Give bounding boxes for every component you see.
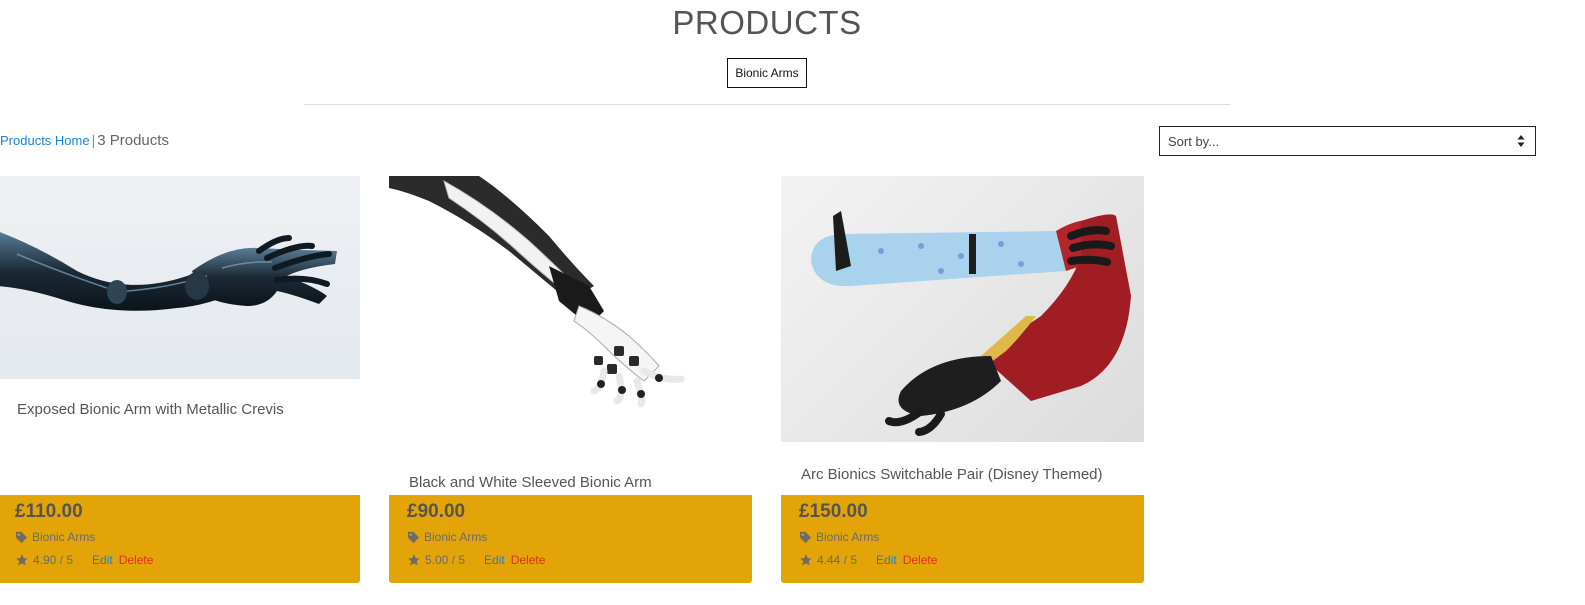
product-rating: 4.44 / 5 xyxy=(817,553,858,567)
page-title: PRODUCTS xyxy=(672,4,862,41)
tag-icon xyxy=(407,531,420,543)
bionic-arm-white-image-art xyxy=(389,176,685,408)
breadcrumb-separator: | xyxy=(91,132,96,148)
product-rating: 4.90 / 5 xyxy=(33,553,74,567)
product-price: £110.00 xyxy=(15,501,83,522)
product-footer: £150.00 Bionic Arms 4.44 / 5 Edit Delete xyxy=(781,495,1144,583)
bionic-arm-pair-image[interactable] xyxy=(781,176,1144,442)
product-footer: £110.00 Bionic Arms 4.90 / 5 Edit Delete xyxy=(0,495,360,583)
product-card[interactable]: Arc Bionics Switchable Pair (Disney Them… xyxy=(781,176,1144,583)
edit-link[interactable]: Edit xyxy=(484,553,505,567)
breadcrumb: Products Home | 3 Products xyxy=(0,132,169,149)
product-category-label: Bionic Arms xyxy=(424,530,488,544)
product-rating-row: 5.00 / 5 Edit Delete xyxy=(407,553,545,567)
product-count: 3 Products xyxy=(97,132,169,149)
bionic-arm-pair-image-art xyxy=(811,211,1131,436)
product-name[interactable]: Exposed Bionic Arm with Metallic Crevis xyxy=(17,401,284,418)
product-card[interactable]: Exposed Bionic Arm with Metallic Crevis … xyxy=(0,176,360,583)
bionic-arm-white-image[interactable] xyxy=(389,176,752,436)
delete-link[interactable]: Delete xyxy=(119,553,154,567)
delete-link[interactable]: Delete xyxy=(511,553,546,567)
bionic-arm-metallic-image-art xyxy=(0,232,337,311)
product-rating-row: 4.44 / 5 Edit Delete xyxy=(799,553,937,567)
product-rating: 5.00 / 5 xyxy=(425,553,466,567)
product-name[interactable]: Black and White Sleeved Bionic Arm xyxy=(409,474,652,491)
edit-link[interactable]: Edit xyxy=(876,553,897,567)
products-home-link[interactable]: Products Home xyxy=(0,133,90,148)
product-price: £90.00 xyxy=(407,501,466,522)
category-badge-bionic-arms[interactable]: Bionic Arms xyxy=(727,58,807,88)
select-arrows-icon xyxy=(1517,135,1525,147)
sort-select[interactable]: Sort by... xyxy=(1159,126,1536,156)
star-icon xyxy=(800,554,812,566)
product-price: £150.00 xyxy=(799,501,868,522)
product-category-label: Bionic Arms xyxy=(816,530,880,544)
product-footer: £90.00 Bionic Arms 5.00 / 5 Edit Delete xyxy=(389,495,752,583)
product-name[interactable]: Arc Bionics Switchable Pair (Disney Them… xyxy=(801,466,1103,483)
edit-link[interactable]: Edit xyxy=(92,553,113,567)
star-icon xyxy=(16,554,28,566)
delete-link[interactable]: Delete xyxy=(903,553,938,567)
product-category-label: Bionic Arms xyxy=(32,530,96,544)
product-card[interactable]: Black and White Sleeved Bionic Arm £90.0… xyxy=(389,176,752,583)
tag-icon xyxy=(799,531,812,543)
star-icon xyxy=(408,554,420,566)
tag-icon xyxy=(15,531,28,543)
divider xyxy=(304,104,1230,105)
bionic-arm-metallic-image[interactable] xyxy=(0,176,360,379)
product-rating-row: 4.90 / 5 Edit Delete xyxy=(15,553,153,567)
sort-selected-value: Sort by... xyxy=(1168,133,1220,149)
product-category[interactable]: Bionic Arms xyxy=(407,530,487,544)
product-category[interactable]: Bionic Arms xyxy=(799,530,879,544)
product-category[interactable]: Bionic Arms xyxy=(15,530,95,544)
